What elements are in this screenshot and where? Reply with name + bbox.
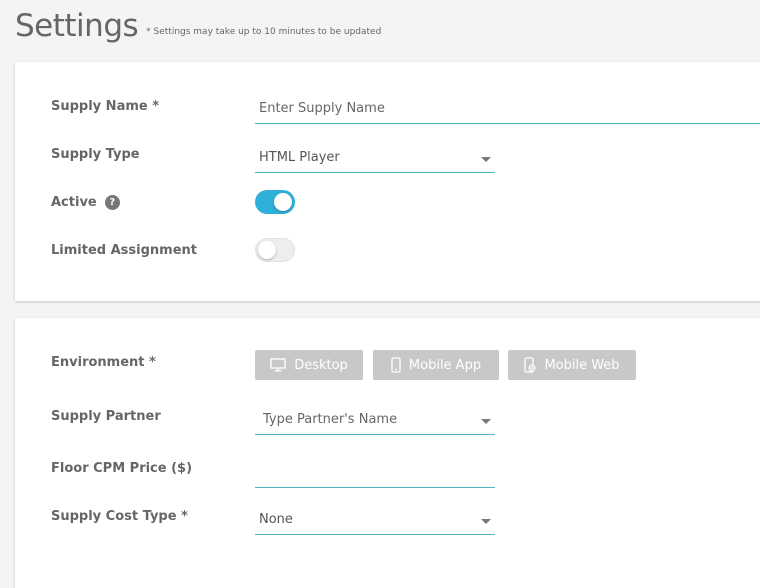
floor-cpm-label: Floor CPM Price ($) [51, 461, 193, 476]
supply-partner-placeholder: Type Partner's Name [263, 412, 398, 427]
supply-name-placeholder: Enter Supply Name [259, 101, 385, 116]
env-mobile-app-button[interactable]: Mobile App [373, 350, 499, 380]
mobile-web-icon [524, 357, 536, 373]
mobile-icon [391, 357, 401, 373]
chevron-down-icon [481, 419, 491, 424]
env-desktop-button[interactable]: Desktop [255, 350, 363, 380]
chevron-down-icon [481, 157, 491, 162]
toggle-knob [274, 193, 292, 211]
page-header: Settings * Settings may take up to 10 mi… [15, 8, 381, 44]
supply-name-label: Supply Name * [51, 99, 160, 114]
toggle-knob [258, 241, 276, 259]
supply-name-input[interactable]: Enter Supply Name [255, 96, 760, 124]
floor-cpm-input[interactable] [255, 460, 495, 488]
desktop-icon [270, 358, 286, 372]
env-mobile-web-label: Mobile Web [544, 357, 620, 373]
env-desktop-label: Desktop [294, 357, 348, 373]
limited-assignment-label: Limited Assignment [51, 243, 197, 258]
active-label: Active [51, 195, 97, 210]
environment-label: Environment * [51, 355, 156, 370]
page-note: * Settings may take up to 10 minutes to … [146, 27, 382, 37]
env-mobile-app-label: Mobile App [408, 357, 482, 373]
supply-type-value: HTML Player [259, 150, 340, 165]
general-settings-card: Supply Name * Enter Supply Name Supply T… [15, 62, 760, 301]
supply-type-select[interactable]: HTML Player [255, 145, 495, 173]
supply-cost-type-select[interactable]: None [255, 507, 495, 535]
active-label-group: Active ? [51, 195, 120, 210]
supply-cost-type-value: None [259, 512, 293, 527]
chevron-down-icon [481, 519, 491, 524]
supply-type-label: Supply Type [51, 147, 140, 162]
limited-assignment-toggle[interactable] [255, 238, 295, 262]
supply-cost-type-label: Supply Cost Type * [51, 509, 188, 524]
active-toggle[interactable] [255, 190, 295, 214]
supply-partner-label: Supply Partner [51, 409, 161, 424]
supply-partner-select[interactable]: Type Partner's Name [255, 407, 495, 435]
page-title: Settings [15, 8, 139, 44]
supply-details-card: Environment * Desktop Mobile App Mobile … [15, 318, 760, 588]
env-mobile-web-button[interactable]: Mobile Web [508, 350, 636, 380]
help-icon[interactable]: ? [104, 195, 120, 210]
